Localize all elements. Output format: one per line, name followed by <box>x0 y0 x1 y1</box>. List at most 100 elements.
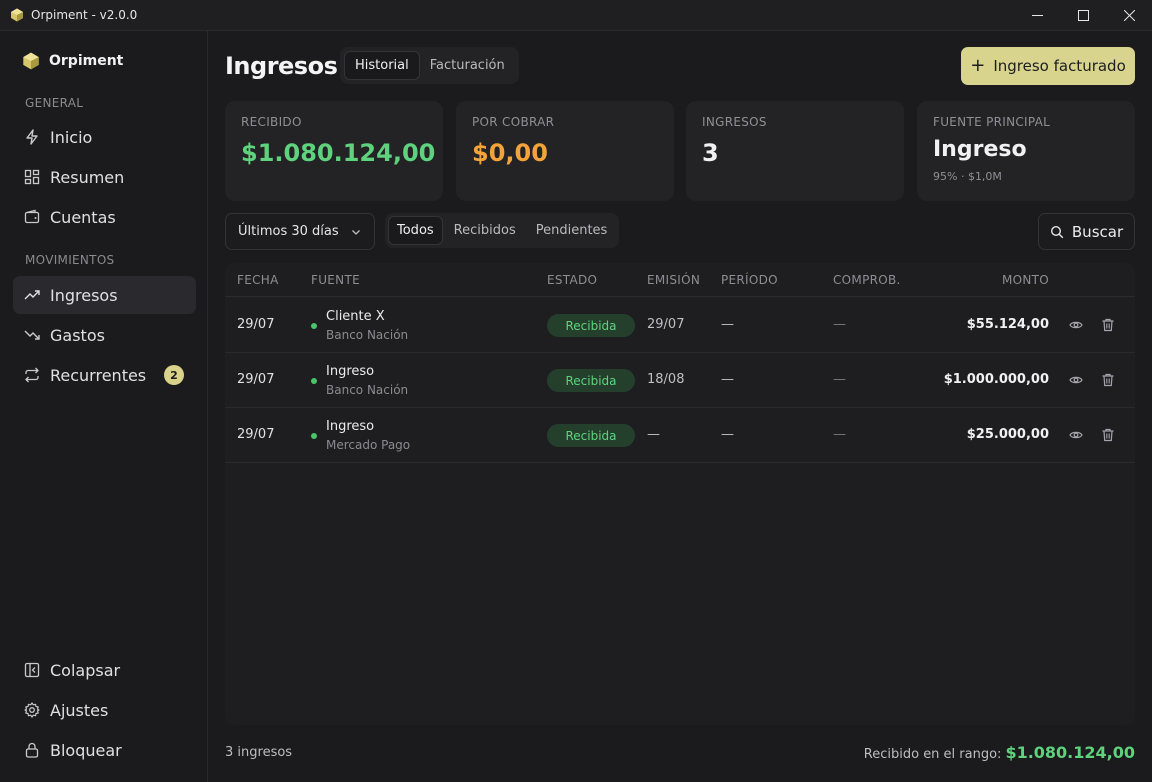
sidebar-item-recurrentes[interactable]: Recurrentes 2 <box>13 356 196 394</box>
view-tabs: Historial Facturación <box>340 47 519 84</box>
delete-button[interactable] <box>1100 372 1116 388</box>
trending-up-icon <box>24 287 40 303</box>
cell-fuente: Ingreso <box>326 364 375 379</box>
source-status-dot <box>311 378 317 384</box>
chevron-down-icon <box>352 230 360 235</box>
status-badge: Recibida <box>547 369 635 392</box>
cell-emision: — <box>647 427 660 442</box>
sidebar-item-resumen[interactable]: Resumen <box>13 158 196 196</box>
sidebar-item-label: Resumen <box>50 167 125 187</box>
cell-periodo: — <box>721 427 734 442</box>
sidebar-item-ingresos[interactable]: Ingresos <box>13 276 196 314</box>
stat-value: $0,00 <box>472 139 548 167</box>
range-total-value: $1.080.124,00 <box>1005 743 1135 762</box>
minimize-icon <box>1031 15 1043 16</box>
record-count: 3 ingresos <box>225 745 293 760</box>
sidebar-item-colapsar[interactable]: Colapsar <box>13 651 196 689</box>
cell-periodo: — <box>721 372 734 387</box>
sidebar-item-label: Recurrentes <box>50 365 147 385</box>
wallet-icon <box>24 209 40 225</box>
page-title: Ingresos <box>225 52 338 80</box>
sidebar: Orpiment GENERAL Inicio Resumen Cuentas … <box>0 31 208 782</box>
cell-monto: $55.124,00 <box>966 317 1049 332</box>
view-button[interactable] <box>1068 317 1084 333</box>
stat-label: POR COBRAR <box>472 115 555 129</box>
trash-icon <box>1102 373 1114 387</box>
add-ingreso-facturado-label: Ingreso facturado <box>993 57 1126 75</box>
cell-monto: $1.000.000,00 <box>943 372 1049 387</box>
maximize-button[interactable] <box>1060 0 1106 31</box>
cell-fecha: 29/07 <box>237 372 275 387</box>
table-header: FECHA FUENTE ESTADO EMISIÓN PERÍODO COMP… <box>225 263 1135 297</box>
sidebar-item-cuentas[interactable]: Cuentas <box>13 198 196 236</box>
view-button[interactable] <box>1068 372 1084 388</box>
cell-cuenta: Banco Nación <box>326 383 409 397</box>
sidebar-item-ajustes[interactable]: Ajustes <box>13 691 196 729</box>
filter-recibidos[interactable]: Recibidos <box>443 216 527 245</box>
main-content: Ingresos Historial Facturación + Ingreso… <box>209 31 1152 782</box>
column-header-monto: MONTO <box>1001 273 1049 287</box>
cell-fuente: Ingreso <box>326 419 375 434</box>
close-button[interactable] <box>1106 0 1152 31</box>
trash-icon <box>1102 318 1114 332</box>
sidebar-item-gastos[interactable]: Gastos <box>13 316 196 354</box>
cell-periodo: — <box>721 317 734 332</box>
brand-logo-icon <box>23 52 39 70</box>
status-badge: Recibida <box>547 424 635 447</box>
date-range-select[interactable]: Últimos 30 días <box>225 213 375 250</box>
column-header-periodo: PERÍODO <box>721 273 778 287</box>
tab-historial[interactable]: Historial <box>344 51 420 80</box>
brand[interactable]: Orpiment <box>22 52 123 70</box>
tab-facturacion[interactable]: Facturación <box>420 51 515 80</box>
eye-icon <box>1069 431 1083 439</box>
sidebar-item-label: Bloquear <box>50 740 122 760</box>
trash-icon <box>1102 428 1114 442</box>
window-controls <box>1014 0 1152 31</box>
cell-comprob: — <box>833 372 846 387</box>
sidebar-item-inicio[interactable]: Inicio <box>13 118 196 156</box>
section-label-general: GENERAL <box>25 96 84 110</box>
search-label: Buscar <box>1071 222 1124 241</box>
table-row[interactable]: 29/07 Ingreso Mercado Pago Recibida — — … <box>225 408 1135 463</box>
plus-icon: + <box>970 55 986 76</box>
search-icon <box>1050 225 1064 239</box>
maximize-icon <box>1077 10 1089 21</box>
minimize-button[interactable] <box>1014 0 1060 31</box>
cell-comprob: — <box>833 427 846 442</box>
cell-monto: $25.000,00 <box>966 427 1049 442</box>
filter-pendientes[interactable]: Pendientes <box>527 216 617 245</box>
table-row[interactable]: 29/07 Cliente X Banco Nación Recibida 29… <box>225 298 1135 353</box>
cell-fuente: Cliente X <box>326 309 385 324</box>
sidebar-item-label: Colapsar <box>50 660 121 680</box>
recurrentes-badge: 2 <box>164 365 184 385</box>
stat-label: INGRESOS <box>702 115 767 129</box>
stat-value: Ingreso <box>933 137 1027 162</box>
table-row[interactable]: 29/07 Ingreso Banco Nación Recibida 18/0… <box>225 353 1135 408</box>
bolt-icon <box>24 129 40 145</box>
add-ingreso-facturado-button[interactable]: + Ingreso facturado <box>961 47 1135 85</box>
stat-value: 3 <box>702 139 719 167</box>
eye-icon <box>1069 376 1083 384</box>
filter-todos[interactable]: Todos <box>388 216 443 245</box>
sidebar-item-label: Cuentas <box>50 207 116 227</box>
column-header-emision: EMISIÓN <box>647 273 701 287</box>
cell-emision: 29/07 <box>647 317 685 332</box>
stat-card-por-cobrar: POR COBRAR $0,00 <box>456 101 674 201</box>
delete-button[interactable] <box>1100 317 1116 333</box>
stat-label: RECIBIDO <box>241 115 302 129</box>
search-button[interactable]: Buscar <box>1038 213 1135 250</box>
eye-icon <box>1069 321 1083 329</box>
lock-icon <box>24 742 40 758</box>
sidebar-item-label: Gastos <box>50 325 105 345</box>
delete-button[interactable] <box>1100 427 1116 443</box>
sidebar-item-bloquear[interactable]: Bloquear <box>13 731 196 769</box>
app-logo-icon <box>11 8 23 22</box>
cell-cuenta: Mercado Pago <box>326 438 411 452</box>
cell-cuenta: Banco Nación <box>326 328 409 342</box>
brand-name: Orpiment <box>49 53 124 69</box>
status-badge: Recibida <box>547 314 635 337</box>
view-button[interactable] <box>1068 427 1084 443</box>
stat-card-fuente-principal: FUENTE PRINCIPAL Ingreso 95% · $1,0M <box>917 101 1135 201</box>
stat-card-recibido: RECIBIDO $1.080.124,00 <box>225 101 443 201</box>
sidebar-item-label: Ingresos <box>50 285 118 305</box>
